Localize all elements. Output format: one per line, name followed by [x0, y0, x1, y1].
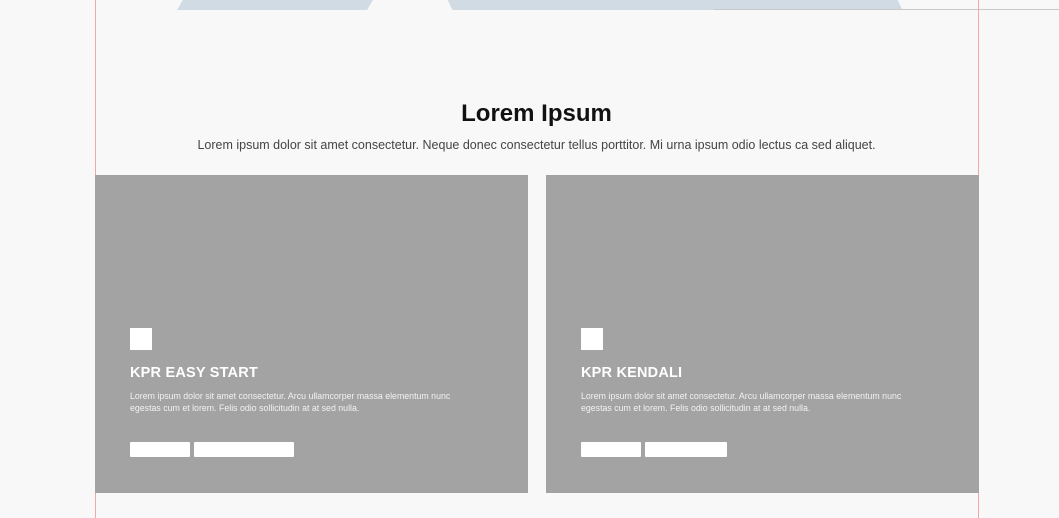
- card-actions: [130, 442, 294, 457]
- card-title: KPR EASY START: [130, 365, 258, 381]
- card-primary-button[interactable]: [130, 442, 190, 457]
- card-secondary-button[interactable]: [194, 442, 294, 457]
- card-title: KPR KENDALI: [581, 365, 683, 381]
- product-icon: [581, 328, 603, 350]
- card-description: Lorem ipsum dolor sit amet consectetur. …: [130, 391, 451, 413]
- band-shape: [177, 0, 373, 10]
- product-card-kpr-easy-start[interactable]: KPR EASY START Lorem ipsum dolor sit ame…: [95, 175, 528, 493]
- card-primary-button[interactable]: [581, 442, 641, 457]
- card-description: Lorem ipsum dolor sit amet consectetur. …: [581, 391, 902, 413]
- top-decorative-band: [0, 0, 1059, 10]
- page: Lorem Ipsum Lorem ipsum dolor sit amet c…: [0, 0, 1059, 518]
- band-divider: [714, 9, 1059, 10]
- card-secondary-button[interactable]: [645, 442, 727, 457]
- card-actions: [581, 442, 727, 457]
- product-card-kpr-kendali[interactable]: KPR KENDALI Lorem ipsum dolor sit amet c…: [546, 175, 979, 493]
- section-subtitle: Lorem ipsum dolor sit amet consectetur. …: [197, 138, 876, 152]
- section-title: Lorem Ipsum: [461, 100, 612, 127]
- product-icon: [130, 328, 152, 350]
